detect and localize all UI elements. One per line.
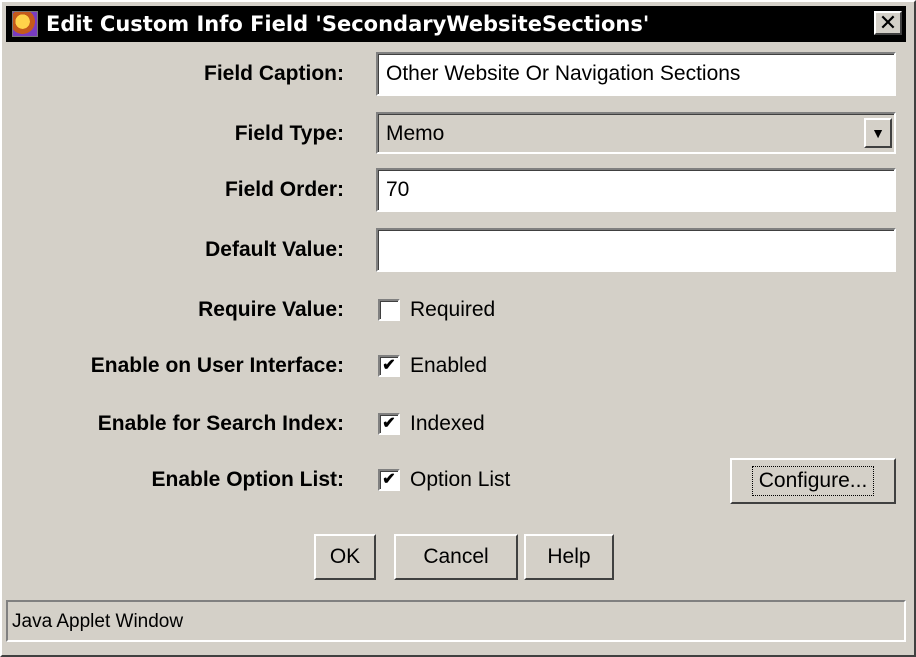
required-checkbox-row[interactable]: Required: [378, 298, 495, 322]
ok-button[interactable]: OK: [314, 534, 376, 580]
enabled-checkbox-label: Enabled: [410, 354, 488, 377]
indexed-checkbox-label: Indexed: [410, 412, 485, 435]
close-icon[interactable]: ✕: [874, 11, 902, 35]
chevron-down-icon[interactable]: ▼: [864, 118, 892, 148]
default-value-label: Default Value:: [205, 238, 344, 261]
configure-button[interactable]: Configure...: [730, 458, 896, 504]
field-type-value: Memo: [386, 122, 445, 145]
help-button[interactable]: Help: [524, 534, 614, 580]
field-order-label: Field Order:: [224, 178, 344, 201]
required-checkbox-label: Required: [410, 298, 496, 321]
enabled-checkbox-row[interactable]: ✔ Enabled: [378, 354, 487, 378]
title-bar[interactable]: Edit Custom Info Field 'SecondaryWebsite…: [6, 6, 906, 42]
checkmark-icon: ✔: [382, 415, 396, 432]
enable-ui-label: Enable on User Interface:: [90, 354, 344, 377]
enable-option-list-label: Enable Option List:: [151, 468, 345, 491]
option-list-checkbox-label: Option List: [410, 468, 511, 491]
indexed-checkbox-row[interactable]: ✔ Indexed: [378, 412, 485, 436]
require-value-label: Require Value:: [198, 298, 344, 321]
dialog-window: Edit Custom Info Field 'SecondaryWebsite…: [0, 0, 916, 657]
field-type-label: Field Type:: [234, 122, 344, 145]
enabled-checkbox[interactable]: ✔: [378, 355, 400, 377]
field-caption-input[interactable]: Other Website Or Navigation Sections: [376, 52, 896, 96]
option-list-checkbox-row[interactable]: ✔ Option List: [378, 468, 510, 492]
default-value-input[interactable]: [376, 228, 896, 272]
field-type-select[interactable]: Memo ▼: [376, 112, 896, 154]
cancel-button[interactable]: Cancel: [394, 534, 518, 580]
window-title: Edit Custom Info Field 'SecondaryWebsite…: [46, 12, 650, 36]
configure-button-label: Configure...: [751, 466, 875, 496]
enable-search-label: Enable for Search Index:: [97, 412, 344, 435]
status-bar: Java Applet Window: [6, 600, 906, 642]
field-order-input[interactable]: 70: [376, 168, 896, 212]
required-checkbox[interactable]: [378, 299, 400, 321]
option-list-checkbox[interactable]: ✔: [378, 469, 400, 491]
checkmark-icon: ✔: [382, 357, 396, 374]
field-caption-label: Field Caption:: [204, 62, 344, 85]
checkmark-icon: ✔: [382, 471, 396, 488]
indexed-checkbox[interactable]: ✔: [378, 413, 400, 435]
applet-icon: [12, 11, 38, 37]
